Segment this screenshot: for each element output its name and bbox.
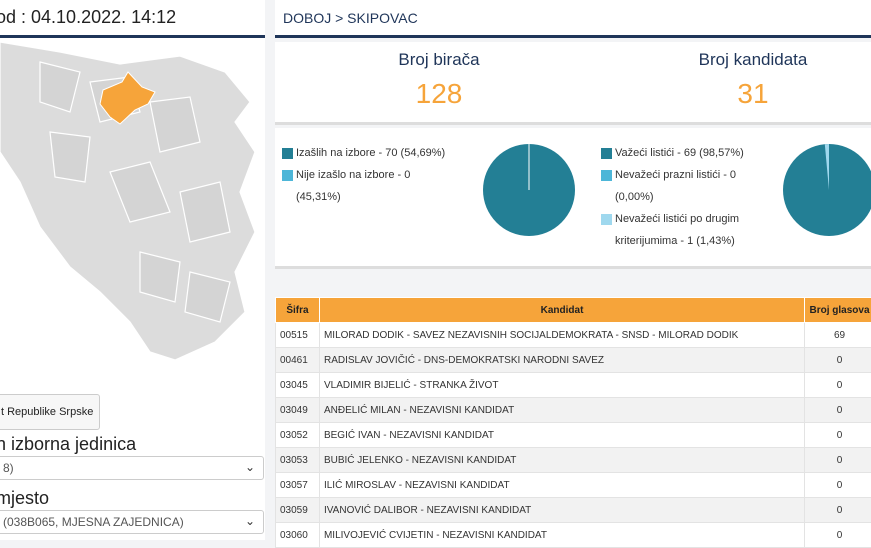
cell-code: 03059: [276, 498, 320, 523]
cell-code: 03045: [276, 373, 320, 398]
cell-code: 03049: [276, 398, 320, 423]
cell-candidate: ANĐELIĆ MILAN - NEZAVISNI KANDIDAT: [319, 398, 804, 423]
ballots-pie-chart: [783, 144, 871, 236]
table-row[interactable]: 00515MILORAD DODIK - SAVEZ NEZAVISNIH SO…: [276, 323, 871, 348]
empty-label: Nevažeći prazni listići - 0: [615, 169, 736, 181]
cell-candidate: BEGIĆ IVAN - NEZAVISNI KANDIDAT: [319, 423, 804, 448]
candidates-title: Broj kandidata: [653, 50, 853, 70]
voters-title: Broj birača: [339, 50, 539, 70]
table-row[interactable]: 03052BEGIĆ IVAN - NEZAVISNI KANDIDAT0: [276, 423, 871, 448]
cell-candidate: RADISLAV JOVIČIĆ - DNS-DEMOKRATSKI NAROD…: [319, 348, 804, 373]
cell-code: 03057: [276, 473, 320, 498]
cell-votes: 69: [805, 323, 871, 348]
place-value: (038B065, MJESNA ZAJEDNICA): [3, 515, 184, 529]
chevron-down-icon: ⌄: [245, 514, 255, 528]
timestamp-label: od : 04.10.2022. 14:12: [0, 7, 176, 28]
empty-pct: (0,00%): [615, 191, 654, 203]
column-header-candidate[interactable]: Kandidat: [319, 298, 804, 323]
turnout-legend: Izašlih na izbore - 70 (54,69%) Nije iza…: [282, 142, 472, 208]
cell-votes: 0: [805, 373, 871, 398]
table-row[interactable]: 03060MILIVOJEVIĆ CVIJETIN - NEZAVISNI KA…: [276, 523, 871, 548]
cell-votes: 0: [805, 523, 871, 548]
not-voted-pct: (45,31%): [296, 191, 341, 203]
table-row[interactable]: 03057ILIĆ MIROSLAV - NEZAVISNI KANDIDAT0: [276, 473, 871, 498]
cell-code: 00515: [276, 323, 320, 348]
cell-candidate: VLADIMIR BIJELIĆ - STRANKA ŽIVOT: [319, 373, 804, 398]
cell-votes: 0: [805, 398, 871, 423]
other-label-2: kriterijumima - 1 (1,43%): [615, 235, 735, 247]
cell-code: 03053: [276, 448, 320, 473]
cell-candidate: IVANOVIĆ DALIBOR - NEZAVISNI KANDIDAT: [319, 498, 804, 523]
electoral-unit-label: n izborna jedinica: [0, 434, 136, 455]
breadcrumb[interactable]: DOBOJ > SKIPOVAC: [275, 0, 871, 38]
ballots-legend: Važeći listići - 69 (98,57%) Nevažeći pr…: [601, 142, 781, 252]
chevron-down-icon: ⌄: [245, 460, 255, 474]
candidates-stat: Broj kandidata 31: [653, 50, 853, 110]
cell-votes: 0: [805, 498, 871, 523]
column-header-code[interactable]: Šifra: [276, 298, 320, 323]
table-header-row: Šifra Kandidat Broj glasova: [276, 298, 871, 323]
table-row[interactable]: 03059IVANOVIĆ DALIBOR - NEZAVISNI KANDID…: [276, 498, 871, 523]
cell-code: 00461: [276, 348, 320, 373]
legend-swatch: [601, 148, 612, 159]
cell-candidate: MILORAD DODIK - SAVEZ NEZAVISNIH SOCIJAL…: [319, 323, 804, 348]
electoral-unit-select[interactable]: 8) ⌄: [0, 456, 264, 480]
voters-stat: Broj birača 128: [339, 50, 539, 110]
cell-votes: 0: [805, 348, 871, 373]
turnout-panel: Izašlih na izbore - 70 (54,69%) Nije iza…: [275, 128, 871, 266]
legend-swatch: [601, 214, 612, 225]
results-table: Šifra Kandidat Broj glasova 00515MILORAD…: [275, 297, 871, 548]
legend-swatch: [282, 148, 293, 159]
legend-swatch: [601, 170, 612, 181]
not-voted-label: Nije izašlo na izbore - 0: [296, 169, 410, 181]
cell-candidate: ILIĆ MIROSLAV - NEZAVISNI KANDIDAT: [319, 473, 804, 498]
left-panel: od : 04.10.2022. 14:12 t Republike Srpsk…: [0, 0, 265, 540]
region-map[interactable]: [0, 42, 265, 372]
table-row[interactable]: 03053BUBIĆ JELENKO - NEZAVISNI KANDIDAT0: [276, 448, 871, 473]
stats-panel: Broj birača 128 Broj kandidata 31: [275, 42, 871, 122]
place-label: mjesto: [0, 488, 49, 509]
table-body: 00515MILORAD DODIK - SAVEZ NEZAVISNIH SO…: [276, 323, 871, 548]
other-label-1: Nevažeći listići po drugim: [615, 213, 739, 225]
table-row[interactable]: 03049ANĐELIĆ MILAN - NEZAVISNI KANDIDAT0: [276, 398, 871, 423]
cell-code: 03052: [276, 423, 320, 448]
divider: [275, 122, 871, 125]
voted-label: Izašlih na izbore - 70 (54,69%): [296, 147, 445, 159]
turnout-pie-chart: [483, 144, 575, 236]
valid-label: Važeći listići - 69 (98,57%): [615, 147, 744, 159]
cell-votes: 0: [805, 473, 871, 498]
left-header: od : 04.10.2022. 14:12: [0, 0, 265, 38]
voters-value: 128: [339, 78, 539, 110]
cell-votes: 0: [805, 448, 871, 473]
table-row[interactable]: 00461RADISLAV JOVIČIĆ - DNS-DEMOKRATSKI …: [276, 348, 871, 373]
table-row[interactable]: 03045VLADIMIR BIJELIĆ - STRANKA ŽIVOT0: [276, 373, 871, 398]
legend-swatch: [282, 170, 293, 181]
cell-votes: 0: [805, 423, 871, 448]
place-select[interactable]: (038B065, MJESNA ZAJEDNICA) ⌄: [0, 510, 264, 534]
candidates-value: 31: [653, 78, 853, 110]
divider: [275, 266, 871, 269]
cell-code: 03060: [276, 523, 320, 548]
republika-srpska-button[interactable]: t Republike Srpske: [0, 394, 100, 430]
column-header-votes[interactable]: Broj glasova: [805, 298, 871, 323]
right-panel: DOBOJ > SKIPOVAC Broj birača 128 Broj ka…: [275, 0, 871, 540]
electoral-unit-value: 8): [3, 461, 14, 475]
cell-candidate: MILIVOJEVIĆ CVIJETIN - NEZAVISNI KANDIDA…: [319, 523, 804, 548]
cell-candidate: BUBIĆ JELENKO - NEZAVISNI KANDIDAT: [319, 448, 804, 473]
